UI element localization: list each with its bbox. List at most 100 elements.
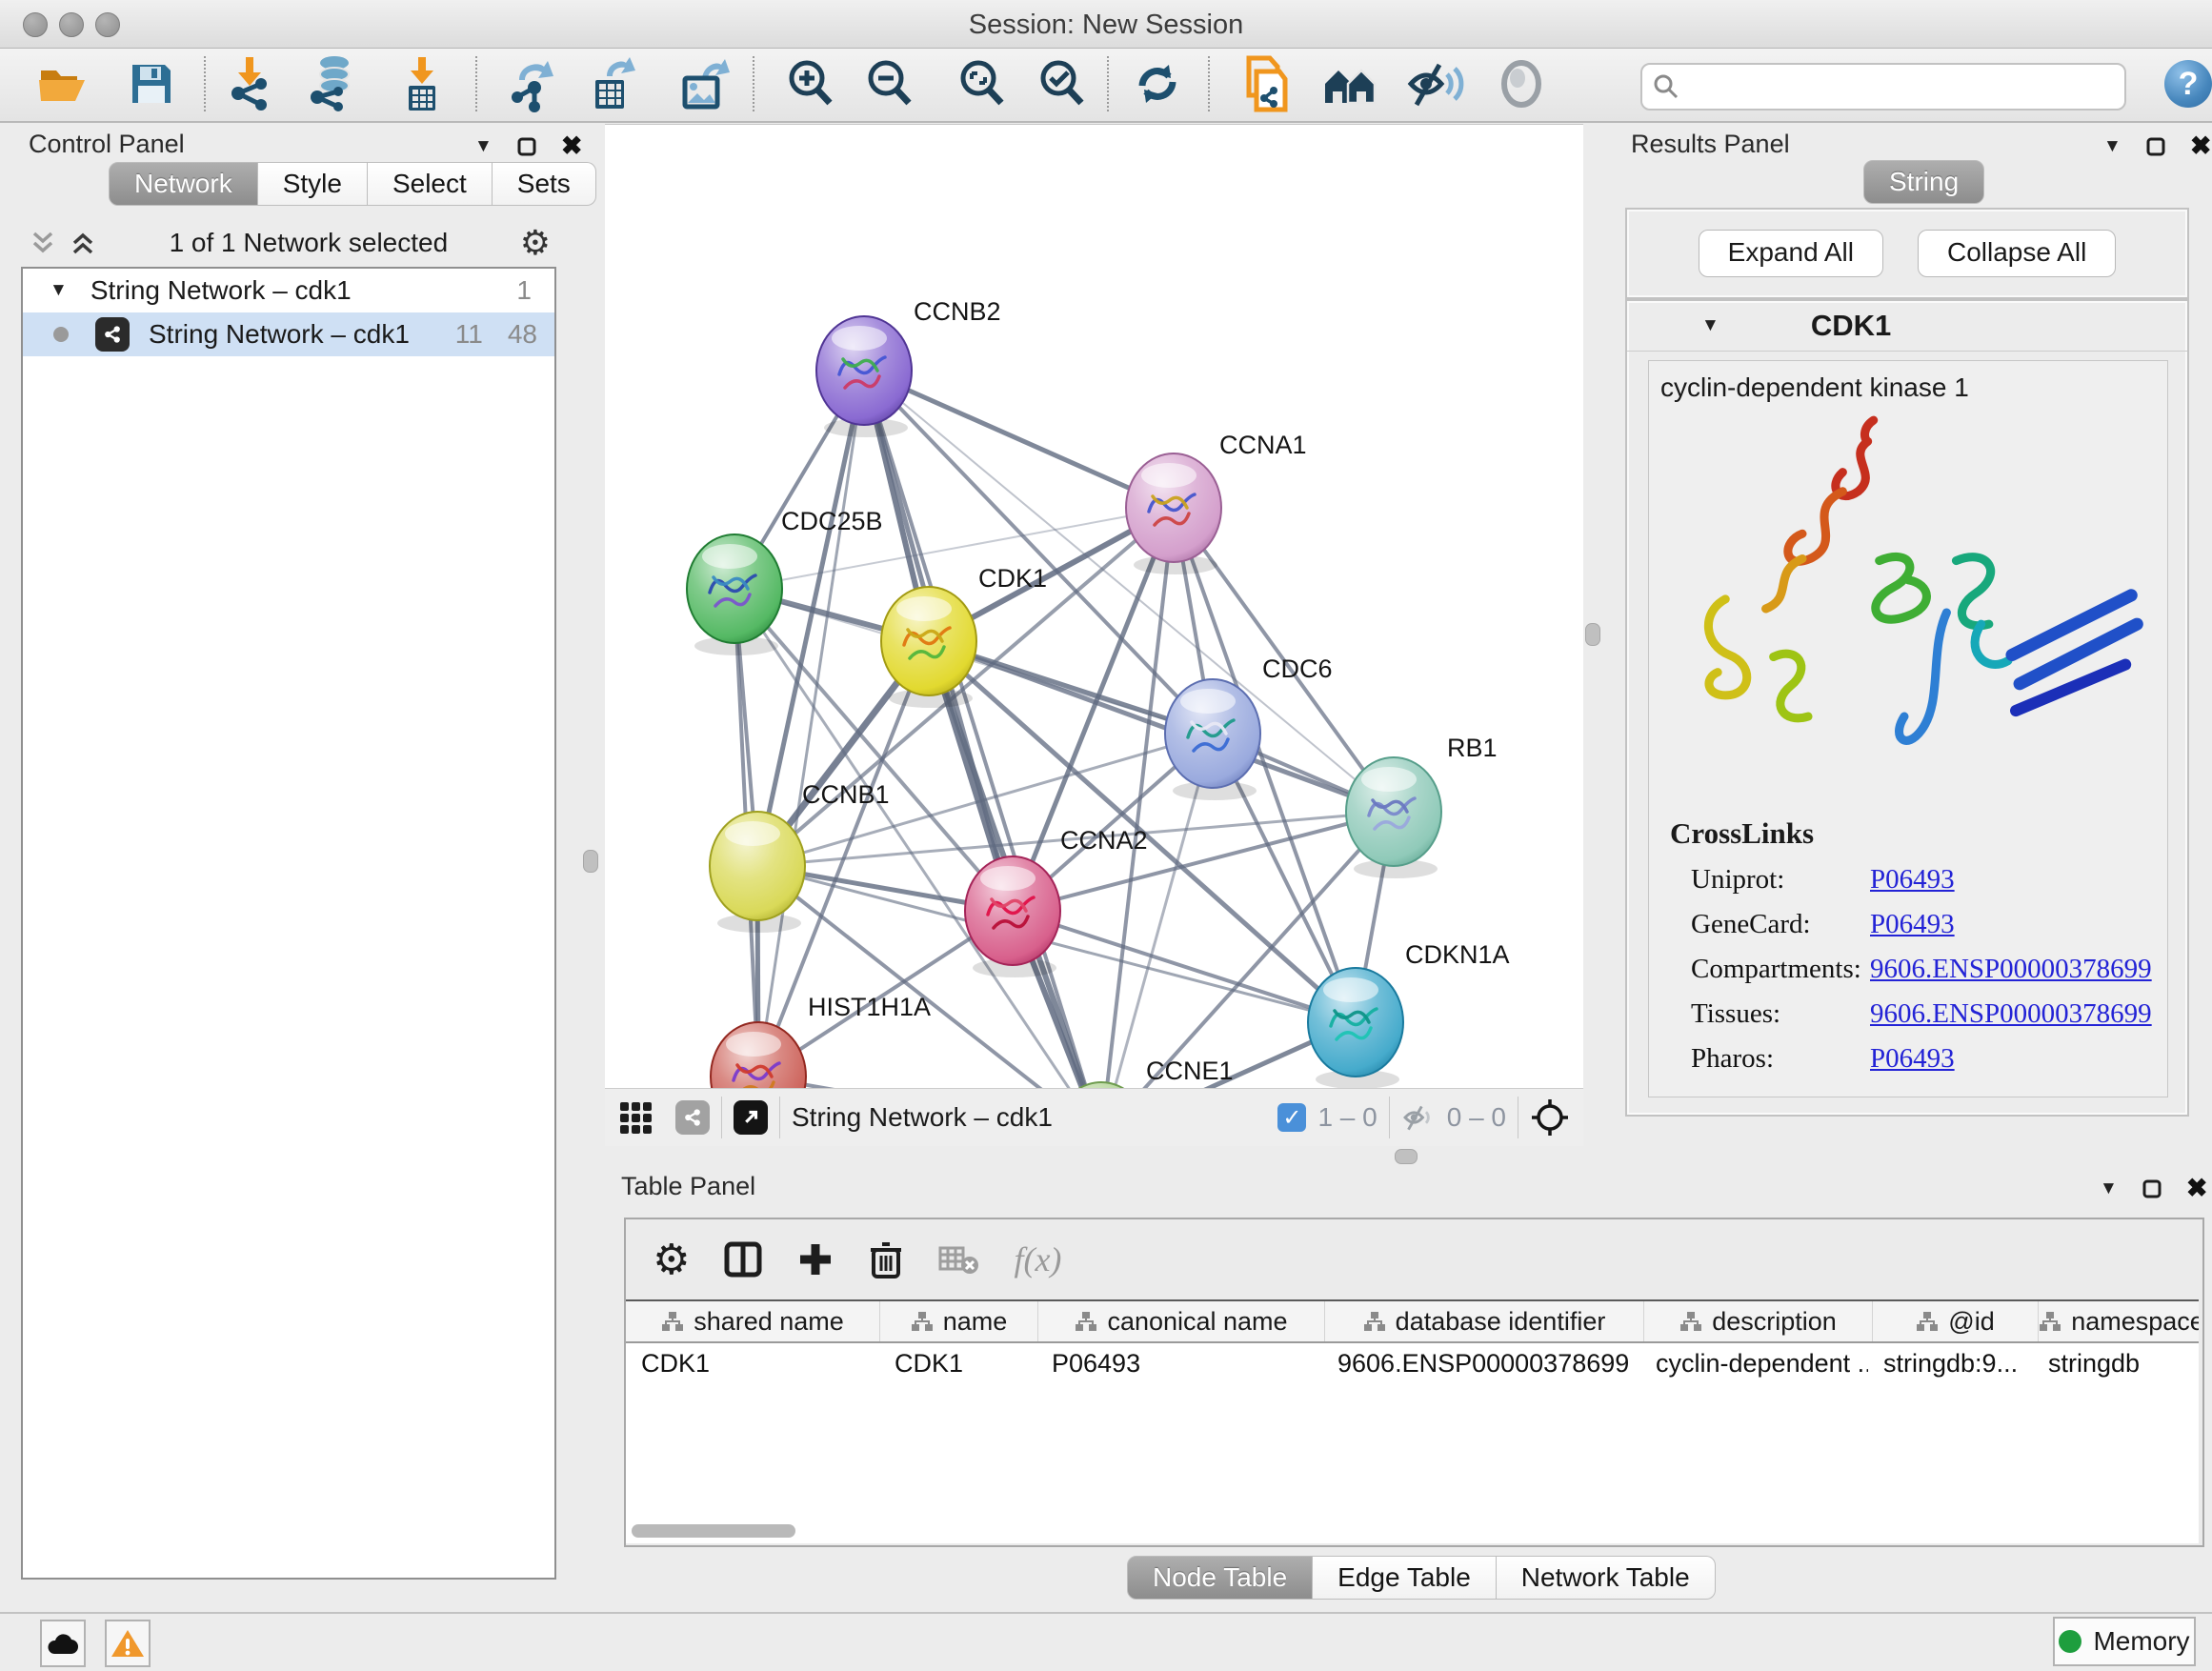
hide-selected-button[interactable] bbox=[1406, 54, 1465, 113]
close-panel-icon[interactable]: ✖ bbox=[2186, 1174, 2208, 1203]
table-row[interactable]: CDK1CDK1P064939606.ENSP00000378699cyclin… bbox=[626, 1343, 2199, 1383]
collapse-all-icon[interactable] bbox=[29, 230, 57, 256]
float-panel-icon[interactable] bbox=[2142, 1179, 2162, 1198]
node-label-CDKN1A: CDKN1A bbox=[1405, 940, 1510, 969]
cell-description[interactable]: cyclin-dependent ... bbox=[1640, 1349, 1868, 1379]
import-network-file-button[interactable] bbox=[220, 54, 279, 113]
function-builder-icon[interactable]: f(x) bbox=[1014, 1239, 1061, 1279]
close-panel-icon[interactable]: ✖ bbox=[2190, 131, 2212, 161]
tab-style[interactable]: Style bbox=[258, 162, 368, 206]
edge-CCNB2-CCNA1[interactable] bbox=[864, 371, 1174, 508]
column-header--id[interactable]: @id bbox=[1873, 1301, 2039, 1341]
show-columns-icon[interactable] bbox=[722, 1238, 764, 1280]
help-button[interactable]: ? bbox=[2164, 60, 2212, 108]
node-RB1[interactable]: RB1 bbox=[1346, 734, 1498, 878]
graphics-details-button[interactable] bbox=[1492, 54, 1551, 113]
edge-CCNB2-CCNE1[interactable] bbox=[864, 371, 1101, 1089]
gene-result-card: ▼ CDK1 cyclin-dependent kinase 1 bbox=[1625, 299, 2189, 1117]
zoom-selected-button[interactable] bbox=[1033, 54, 1092, 113]
gene-expander-icon[interactable]: ▼ bbox=[1701, 315, 1719, 336]
selected-nodes-checkbox[interactable]: ✓ bbox=[1277, 1103, 1306, 1132]
tree-expander-icon[interactable]: ▼ bbox=[50, 280, 68, 301]
search-input[interactable] bbox=[1680, 67, 2124, 107]
tab-network-table[interactable]: Network Table bbox=[1497, 1556, 1716, 1600]
crosslink-link[interactable]: P06493 bbox=[1870, 1043, 1955, 1075]
share-session-button[interactable] bbox=[1237, 54, 1296, 113]
collapse-panel-icon[interactable]: ▼ bbox=[2100, 1178, 2118, 1199]
cell-namespace[interactable]: stringdb bbox=[2033, 1349, 2199, 1379]
cell-database-identifier[interactable]: 9606.ENSP00000378699 bbox=[1322, 1349, 1640, 1379]
fit-selected-crosshair-icon[interactable] bbox=[1530, 1097, 1570, 1137]
expand-all-icon[interactable] bbox=[69, 230, 97, 256]
open-session-button[interactable] bbox=[32, 54, 91, 113]
bottom-splitter-handle[interactable] bbox=[1395, 1149, 1418, 1164]
tab-edge-table[interactable]: Edge Table bbox=[1313, 1556, 1497, 1600]
expand-all-button[interactable]: Expand All bbox=[1699, 230, 1883, 277]
crosslink-link[interactable]: P06493 bbox=[1870, 909, 1955, 940]
crosslink-link[interactable]: 9606.ENSP00000378699 bbox=[1870, 954, 2152, 985]
column-header-database-identifier[interactable]: database identifier bbox=[1325, 1301, 1644, 1341]
warnings-button[interactable] bbox=[105, 1620, 151, 1667]
gene-card-header[interactable]: ▼ CDK1 bbox=[1627, 301, 2187, 352]
crosslink-link[interactable]: 9606.ENSP00000378699 bbox=[1870, 998, 2152, 1030]
node-CDKN1A[interactable]: CDKN1A bbox=[1308, 940, 1510, 1089]
float-panel-icon[interactable] bbox=[517, 137, 536, 156]
birds-eye-view-icon[interactable] bbox=[618, 1098, 656, 1137]
scrollbar-thumb[interactable] bbox=[632, 1524, 795, 1538]
node-HIST1H1A[interactable]: HIST1H1A bbox=[711, 993, 931, 1089]
toolbar-divider bbox=[779, 1097, 780, 1138]
column-header-description[interactable]: description bbox=[1644, 1301, 1873, 1341]
crosslink-link[interactable]: P06493 bbox=[1870, 864, 1955, 896]
export-table-button[interactable] bbox=[581, 54, 640, 113]
node-CDC25B[interactable]: CDC25B bbox=[687, 507, 883, 655]
tab-sets[interactable]: Sets bbox=[493, 162, 596, 206]
hidden-items-icon[interactable] bbox=[1401, 1103, 1438, 1132]
tab-network[interactable]: Network bbox=[109, 162, 258, 206]
open-in-browser-icon[interactable] bbox=[734, 1100, 768, 1135]
tab-string[interactable]: String bbox=[1863, 160, 1984, 204]
zoom-out-button[interactable] bbox=[860, 54, 919, 113]
network-options-gear-icon[interactable]: ⚙ bbox=[520, 224, 551, 263]
left-splitter-handle[interactable] bbox=[583, 850, 598, 873]
edge-CCNB2-HIST1H1A[interactable] bbox=[758, 371, 864, 1077]
close-panel-icon[interactable]: ✖ bbox=[561, 131, 583, 161]
collapse-panel-icon[interactable]: ▼ bbox=[2103, 136, 2122, 157]
zoom-in-button[interactable] bbox=[781, 54, 840, 113]
column-header-canonical-name[interactable]: canonical name bbox=[1038, 1301, 1325, 1341]
float-panel-icon[interactable] bbox=[2146, 137, 2165, 156]
memory-button[interactable]: Memory bbox=[2053, 1617, 2196, 1666]
zoom-fit-button[interactable] bbox=[953, 54, 1012, 113]
horizontal-scrollbar[interactable] bbox=[630, 1524, 2195, 1538]
cell--id[interactable]: stringdb:9... bbox=[1868, 1349, 2033, 1379]
toolbar-divider bbox=[475, 56, 477, 111]
tab-node-table[interactable]: Node Table bbox=[1127, 1556, 1313, 1600]
edge-CCNA2-CDKN1A[interactable] bbox=[1013, 911, 1356, 1022]
refresh-view-button[interactable] bbox=[1128, 54, 1187, 113]
export-network-button[interactable] bbox=[503, 54, 562, 113]
network-collection-row[interactable]: ▼ String Network – cdk1 1 bbox=[23, 269, 554, 312]
delete-column-trash-icon[interactable] bbox=[867, 1238, 905, 1280]
delete-table-icon[interactable] bbox=[937, 1242, 981, 1277]
node-CCNA1[interactable]: CCNA1 bbox=[1126, 431, 1307, 574]
tab-select[interactable]: Select bbox=[368, 162, 493, 206]
save-session-button[interactable] bbox=[122, 54, 181, 113]
export-image-button[interactable] bbox=[674, 54, 734, 113]
collapse-all-button[interactable]: Collapse All bbox=[1918, 230, 2116, 277]
network-overview-icon[interactable] bbox=[675, 1100, 710, 1135]
cell-name[interactable]: CDK1 bbox=[879, 1349, 1036, 1379]
network-row-selected[interactable]: String Network – cdk1 11 48 bbox=[23, 312, 554, 356]
column-header-namespace[interactable]: namespace bbox=[2039, 1301, 2199, 1341]
right-splitter-handle[interactable] bbox=[1585, 623, 1600, 646]
import-table-button[interactable] bbox=[392, 54, 452, 113]
network-canvas[interactable]: CCNB2CCNA1CDC25BCDK1CDC6RB1CCNB1CCNA2CDK… bbox=[605, 125, 1583, 1089]
cell-canonical-name[interactable]: P06493 bbox=[1036, 1349, 1322, 1379]
cell-shared-name[interactable]: CDK1 bbox=[626, 1349, 879, 1379]
import-network-database-button[interactable] bbox=[303, 54, 362, 113]
column-header-name[interactable]: name bbox=[880, 1301, 1038, 1341]
column-header-shared-name[interactable]: shared name bbox=[626, 1301, 880, 1341]
cloud-status-button[interactable] bbox=[40, 1620, 86, 1667]
create-column-plus-icon[interactable] bbox=[796, 1240, 835, 1278]
table-options-gear-icon[interactable]: ⚙ bbox=[653, 1236, 690, 1284]
collapse-panel-icon[interactable]: ▼ bbox=[474, 136, 493, 157]
show-all-button[interactable] bbox=[1320, 54, 1379, 113]
